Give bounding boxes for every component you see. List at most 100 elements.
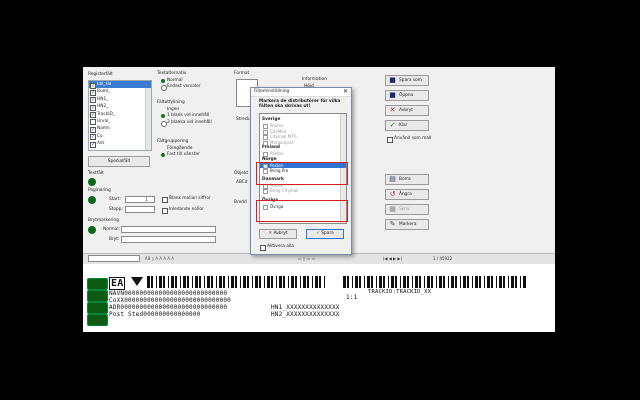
barcode-top (147, 276, 325, 288)
normal-input[interactable] (121, 226, 216, 233)
start-label: Start: (109, 197, 121, 202)
information-label: Information (302, 77, 327, 82)
special-field-button[interactable]: Specialfält (88, 156, 150, 167)
save-as-label: Spara som (399, 78, 422, 83)
item-label: Bring Citymail (270, 188, 299, 193)
frame-icons[interactable]: ▭ ▯ ▭ ▭ (298, 255, 315, 262)
align-icons[interactable]: A⁠B ▯ A A A A A (145, 255, 174, 262)
objekt-label: Objekt (234, 171, 249, 176)
mark-label: Markera (399, 222, 417, 227)
stopp-label: Stopp: (109, 207, 123, 212)
radio-normal[interactable] (161, 79, 165, 83)
registerfalt-title: Registerfält (88, 72, 113, 77)
save-button[interactable]: ✓ Spara (306, 229, 344, 239)
ean-label: EA (109, 277, 126, 290)
disk-icon: ■ (389, 76, 396, 84)
close-icon: ✕ (389, 106, 396, 114)
abcd-label: ABCd (236, 180, 248, 185)
item-label: CityMail (270, 128, 286, 134)
undo-button[interactable]: ↺ Ångra (385, 189, 429, 200)
radio-fast[interactable] (161, 153, 165, 157)
cancel-label: Avbryt (273, 231, 288, 236)
list-item-label: Buml_ (97, 89, 111, 95)
mark-button[interactable]: ✎ Markera (385, 219, 429, 230)
nav-icons[interactable]: |◀ ◀ ▶ ▶| (383, 255, 402, 262)
list-item[interactable]: ✓ Namn (89, 125, 151, 133)
start-value: 1 (145, 197, 148, 202)
green-row-button[interactable] (87, 278, 108, 290)
fast-option: Fast till vänster (167, 152, 200, 157)
label-line-2: CoXX0000000000000000000000000000 (109, 297, 231, 304)
add-page-icon[interactable] (88, 196, 96, 204)
textfalt-label: Textfält (88, 171, 104, 176)
disk-icon: ■ (389, 91, 396, 99)
register-field-list[interactable]: ✓ Lbl_Ha ✓ Buml_ ✓ HN1_ ✓ HN2_ ✓ TrackID_ Urv… (88, 80, 152, 151)
save-as-button[interactable]: ■ Spara som (385, 75, 429, 86)
list-item[interactable]: ✓ HN2_ (89, 103, 151, 111)
checkbox[interactable]: ✓ (90, 141, 96, 148)
paginering-label: Paginering (88, 188, 111, 193)
open-button[interactable]: ■ Öppna (385, 90, 429, 101)
save-label: Spara (321, 231, 334, 236)
normal-option: Normal (167, 78, 183, 83)
brytmarkering-label: Brytmarkering (88, 218, 119, 223)
radio-blank-efter[interactable] (161, 114, 165, 118)
blank-efter-option: 1 blank vid innehåll (167, 113, 210, 118)
list-item[interactable]: ✓ Lbl_Ha (89, 81, 151, 89)
green-row-button[interactable] (87, 314, 108, 326)
done-label: Klar (399, 123, 408, 128)
template-checkbox[interactable] (387, 137, 393, 143)
faltgruppering-title: Fältgruppering (157, 139, 189, 144)
blank-checkbox[interactable] (162, 197, 168, 203)
green-row-button[interactable] (87, 302, 108, 314)
list-item[interactable]: Posten (260, 151, 346, 157)
page-indicator: 1 / 45922 (433, 256, 453, 261)
list-item[interactable]: Urval_ (89, 118, 151, 126)
foregaende-option: Föregående (167, 146, 193, 151)
print-button[interactable]: ▦ Skriv (385, 204, 429, 215)
list-item-label: Lbl_Ha (97, 82, 112, 87)
textalternativ-title: Textalternativ (157, 71, 187, 76)
list-item-label: Co (97, 133, 103, 139)
list-item[interactable]: ✓ Buml_ (89, 88, 151, 96)
list-item-label: Namn (97, 126, 110, 132)
stopp-input[interactable] (125, 206, 155, 213)
endast-option: Endast versaler (167, 84, 201, 89)
bryt-input[interactable] (121, 236, 216, 243)
list-item-label: Adr (97, 141, 105, 147)
printer-icon: ▦ (389, 205, 396, 213)
format-label: Format (234, 71, 250, 76)
list-item[interactable]: Morgonpost (260, 140, 346, 146)
checkbox[interactable] (263, 140, 268, 146)
aktivera-checkbox[interactable] (260, 245, 266, 251)
inledande-checkbox[interactable] (162, 208, 168, 214)
borra-button[interactable]: ▤ Borra (385, 174, 429, 185)
add-text-icon[interactable] (88, 178, 96, 186)
done-button[interactable]: ✓ Klar (385, 120, 429, 131)
cancel-button[interactable]: ✕ Avbryt (259, 229, 297, 239)
dialog-title: Filteminställning (251, 88, 351, 97)
list-item[interactable]: ✓ TrackID_ (89, 111, 151, 119)
start-input[interactable]: 1 (125, 196, 155, 203)
list-item[interactable]: ✓ Co (89, 133, 151, 141)
cancel-main-button[interactable]: ✕ Avbryt (385, 105, 429, 116)
list-item[interactable]: Bring Citymail (260, 188, 346, 194)
item-label: Citymail MTG (270, 134, 297, 139)
checkbox[interactable] (263, 152, 268, 157)
list-item[interactable]: ✓ Adr (89, 140, 151, 148)
highlight-ovriga (256, 200, 348, 222)
list-item[interactable]: ✓ HN1_ (89, 96, 151, 104)
add-break-icon[interactable] (88, 226, 96, 234)
green-row-button[interactable] (87, 290, 108, 302)
dialog-question: Markera de distributörer för vilka fälte… (259, 99, 341, 109)
aktivera-label: Aktivera alla (267, 244, 294, 249)
checkbox[interactable] (263, 189, 268, 194)
item-label: Posten (270, 123, 284, 128)
list-item-label: TrackID_ (97, 111, 115, 117)
fallutfyllning-title: Fältutfyllning (157, 100, 185, 105)
font-select[interactable] (88, 255, 140, 262)
label-line-4: Post Sted000000000000000 (109, 311, 201, 318)
track-label: TRACKID:TRACKID_XX (368, 289, 432, 295)
close-icon[interactable]: ✕ (343, 88, 348, 96)
blank-label: Blank mellan siffror (169, 196, 211, 201)
